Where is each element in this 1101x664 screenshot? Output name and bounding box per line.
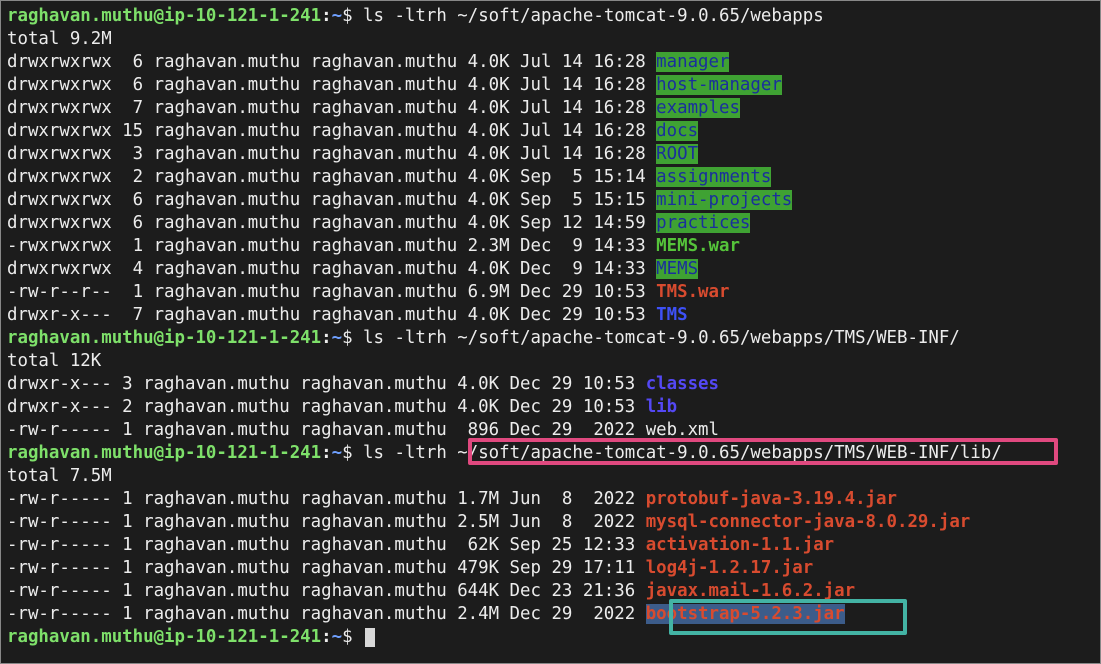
highlight-box-lib-path: [468, 438, 1058, 465]
file-meta: -rw-r--r-- 1 raghavan.muthu raghavan.mut…: [7, 282, 657, 302]
file-meta: drwxrwxrwx 2 raghavan.muthu raghavan.mut…: [7, 167, 657, 187]
prompt-path: ~: [331, 6, 343, 26]
terminal-window[interactable]: raghavan.muthu@ip-10-121-1-241:~$ ls -lt…: [0, 0, 1101, 664]
file-meta: drwxrwxrwx 6 raghavan.muthu raghavan.mut…: [7, 213, 657, 233]
file-meta: drwxr-x--- 3 raghavan.muthu raghavan.mut…: [7, 374, 646, 394]
total-line: total 7.5M: [7, 466, 112, 486]
listing-row: -rw-r----- 1 raghavan.muthu raghavan.mut…: [7, 488, 1100, 511]
file-meta: drwxrwxrwx 3 raghavan.muthu raghavan.mut…: [7, 144, 657, 164]
file-name: practices: [656, 213, 751, 233]
listing-row: drwxrwxrwx 6 raghavan.muthu raghavan.mut…: [7, 212, 1100, 235]
listing-row: drwxrwxrwx 3 raghavan.muthu raghavan.mut…: [7, 143, 1100, 166]
prompt-user-host: raghavan.muthu@ip-10-121-1-241: [7, 627, 322, 647]
file-name: manager: [656, 52, 730, 72]
file-meta: drwxrwxrwx 6 raghavan.muthu raghavan.mut…: [7, 190, 657, 210]
prompt-dollar: $: [342, 443, 364, 463]
listing-row: -rw-r----- 1 raghavan.muthu raghavan.mut…: [7, 557, 1100, 580]
file-meta: drwxr-x--- 2 raghavan.muthu raghavan.mut…: [7, 397, 646, 417]
highlight-box-bootstrap-jar: [669, 599, 907, 635]
listing-row: drwxr-x--- 7 raghavan.muthu raghavan.mut…: [7, 304, 1100, 327]
file-name: mysql-connector-java-8.0.29.jar: [645, 512, 971, 532]
file-meta: -rw-r----- 1 raghavan.muthu raghavan.mut…: [7, 604, 646, 624]
listing-row: -rw-r----- 1 raghavan.muthu raghavan.mut…: [7, 580, 1100, 603]
file-meta: -rwxrwxrwx 1 raghavan.muthu raghavan.mut…: [7, 236, 657, 256]
prompt-dollar: $: [342, 328, 364, 348]
listing-web-inf: drwxr-x--- 3 raghavan.muthu raghavan.mut…: [7, 373, 1100, 442]
prompt-separator: :: [321, 6, 332, 26]
prompt-path: ~: [331, 443, 343, 463]
file-name: log4j-1.2.17.jar: [645, 558, 814, 578]
listing-row: drwxrwxrwx 2 raghavan.muthu raghavan.mut…: [7, 166, 1100, 189]
file-meta: drwxr-x--- 7 raghavan.muthu raghavan.mut…: [7, 305, 657, 325]
listing-row: drwxrwxrwx 7 raghavan.muthu raghavan.mut…: [7, 97, 1100, 120]
file-name: mini-projects: [656, 190, 793, 210]
listing-row: -rw-r----- 1 raghavan.muthu raghavan.mut…: [7, 534, 1100, 557]
prompt-separator: :: [321, 627, 332, 647]
listing-row: drwxr-x--- 3 raghavan.muthu raghavan.mut…: [7, 373, 1100, 396]
file-name: docs: [656, 121, 699, 141]
file-name: classes: [645, 374, 719, 394]
file-name: examples: [656, 98, 740, 118]
listing-row: drwxr-x--- 2 raghavan.muthu raghavan.mut…: [7, 396, 1100, 419]
prompt-user-host: raghavan.muthu@ip-10-121-1-241: [7, 443, 322, 463]
total-line: total 12K: [7, 351, 102, 371]
file-meta: -rw-r----- 1 raghavan.muthu raghavan.mut…: [7, 489, 646, 509]
command-text: ls -ltrh ~/soft/apache-tomcat-9.0.65/web…: [363, 328, 960, 348]
text-cursor[interactable]: [365, 627, 376, 647]
listing-row: drwxrwxrwx 4 raghavan.muthu raghavan.mut…: [7, 258, 1100, 281]
file-meta: drwxrwxrwx 7 raghavan.muthu raghavan.mut…: [7, 98, 657, 118]
file-meta: -rw-r----- 1 raghavan.muthu raghavan.mut…: [7, 420, 646, 440]
file-meta: -rw-r----- 1 raghavan.muthu raghavan.mut…: [7, 512, 646, 532]
file-name: javax.mail-1.6.2.jar: [645, 581, 856, 601]
listing-row: -rw-r--r-- 1 raghavan.muthu raghavan.mut…: [7, 281, 1100, 304]
file-name: TMS.war: [656, 282, 730, 302]
file-meta: drwxrwxrwx 6 raghavan.muthu raghavan.mut…: [7, 75, 657, 95]
file-name: MEMS.war: [656, 236, 740, 256]
file-meta: -rw-r----- 1 raghavan.muthu raghavan.mut…: [7, 535, 646, 555]
listing-lib: -rw-r----- 1 raghavan.muthu raghavan.mut…: [7, 488, 1100, 626]
file-name: assignments: [656, 167, 772, 187]
prompt-separator: :: [321, 328, 332, 348]
listing-row: -rw-r----- 1 raghavan.muthu raghavan.mut…: [7, 511, 1100, 534]
prompt-dollar: $: [342, 627, 364, 647]
prompt-user-host: raghavan.muthu@ip-10-121-1-241: [7, 328, 322, 348]
file-meta: drwxrwxrwx 4 raghavan.muthu raghavan.mut…: [7, 259, 657, 279]
listing-row: drwxrwxrwx 6 raghavan.muthu raghavan.mut…: [7, 189, 1100, 212]
file-name: web.xml: [645, 420, 719, 440]
file-name: protobuf-java-3.19.4.jar: [645, 489, 897, 509]
file-name: TMS: [656, 305, 688, 325]
file-meta: -rw-r----- 1 raghavan.muthu raghavan.mut…: [7, 558, 646, 578]
listing-webapps: drwxrwxrwx 6 raghavan.muthu raghavan.mut…: [7, 51, 1100, 327]
file-meta: drwxrwxrwx 6 raghavan.muthu raghavan.mut…: [7, 52, 657, 72]
listing-row: -rw-r----- 1 raghavan.muthu raghavan.mut…: [7, 603, 1100, 626]
total-line: total 9.2M: [7, 29, 112, 49]
listing-row: -rwxrwxrwx 1 raghavan.muthu raghavan.mut…: [7, 235, 1100, 258]
file-meta: -rw-r----- 1 raghavan.muthu raghavan.mut…: [7, 581, 646, 601]
file-name: ROOT: [656, 144, 699, 164]
file-name: host-manager: [656, 75, 782, 95]
file-name: lib: [645, 397, 678, 417]
prompt-dollar: $: [342, 6, 364, 26]
file-name: MEMS: [656, 259, 699, 279]
prompt-line-2: raghavan.muthu@ip-10-121-1-241:~$ ls -lt…: [7, 327, 1100, 350]
listing-row: drwxrwxrwx 6 raghavan.muthu raghavan.mut…: [7, 51, 1100, 74]
prompt-line-4[interactable]: raghavan.muthu@ip-10-121-1-241:~$: [7, 626, 1100, 649]
listing-row: drwxrwxrwx 6 raghavan.muthu raghavan.mut…: [7, 74, 1100, 97]
listing-row: drwxrwxrwx 15 raghavan.muthu raghavan.mu…: [7, 120, 1100, 143]
file-name: activation-1.1.jar: [645, 535, 835, 555]
prompt-path: ~: [331, 627, 343, 647]
prompt-separator: :: [321, 443, 332, 463]
prompt-path: ~: [331, 328, 343, 348]
prompt-user-host: raghavan.muthu@ip-10-121-1-241: [7, 6, 322, 26]
command-text: ls -ltrh: [363, 443, 458, 463]
command-text: ls -ltrh ~/soft/apache-tomcat-9.0.65/web…: [363, 6, 824, 26]
prompt-line-1: raghavan.muthu@ip-10-121-1-241:~$ ls -lt…: [7, 5, 1100, 28]
file-meta: drwxrwxrwx 15 raghavan.muthu raghavan.mu…: [7, 121, 657, 141]
terminal-output: raghavan.muthu@ip-10-121-1-241:~$ ls -lt…: [7, 5, 1100, 663]
